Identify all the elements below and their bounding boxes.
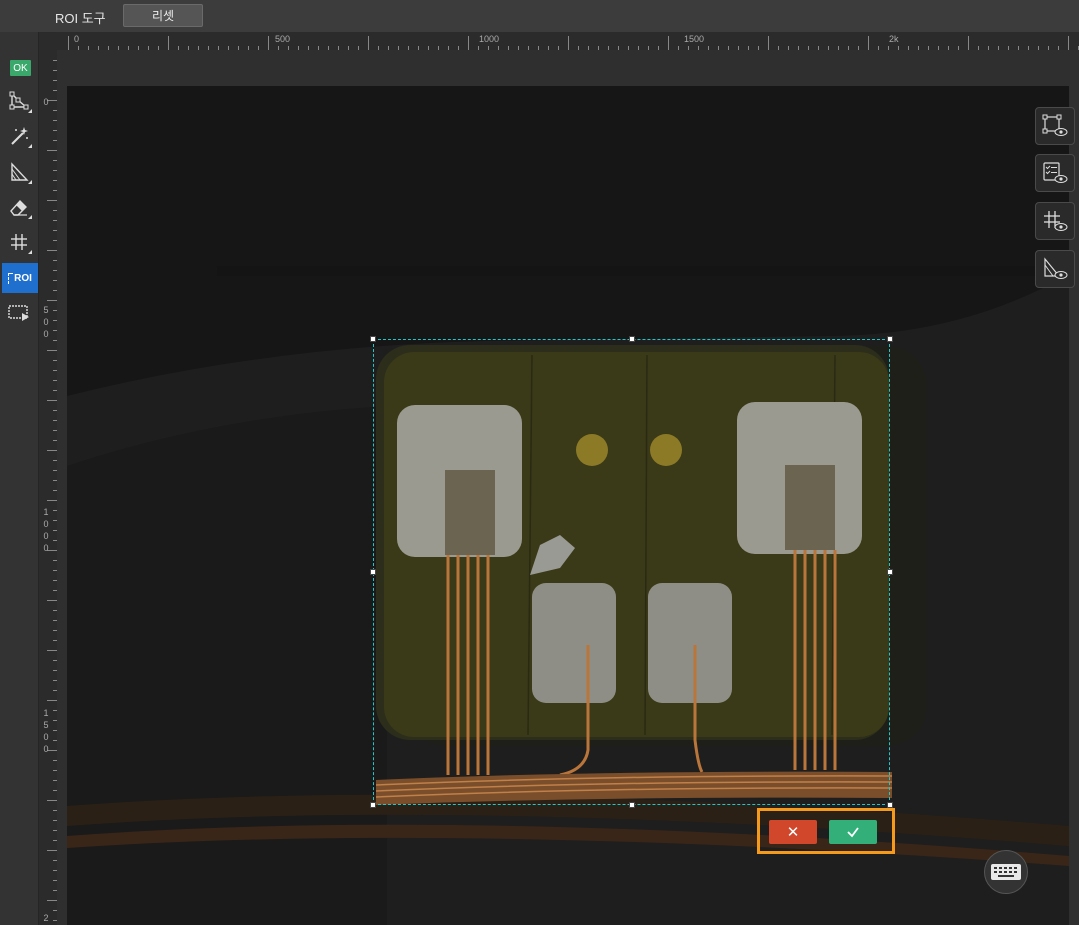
perspective-tool[interactable] bbox=[4, 157, 34, 187]
ok-badge[interactable]: OK bbox=[10, 60, 31, 76]
magic-wand-tool[interactable] bbox=[4, 121, 34, 151]
slideshow-tool[interactable] bbox=[4, 298, 34, 328]
checklist-view-icon bbox=[1043, 162, 1068, 183]
check-icon bbox=[847, 827, 859, 838]
slideshow-icon bbox=[8, 305, 29, 321]
roi-action-group: ✕ bbox=[757, 808, 895, 854]
ruler-top-label: 1000 bbox=[479, 34, 500, 44]
eraser-icon bbox=[10, 199, 27, 216]
grid-view-toggle[interactable] bbox=[1035, 202, 1075, 240]
confirm-roi-button[interactable] bbox=[829, 820, 877, 844]
roi-view-icon bbox=[1042, 114, 1068, 136]
top-bar: ROI 도구 리셋 bbox=[0, 0, 1079, 33]
horizontal-ruler: 0 500 1000 1500 2k bbox=[57, 32, 1079, 51]
magic-wand-icon bbox=[11, 127, 28, 145]
ruler-top-label: 0 bbox=[74, 34, 80, 44]
keyboard-icon bbox=[991, 864, 1021, 880]
ruler-top-label: 500 bbox=[275, 34, 291, 44]
panel-title: ROI 도구 bbox=[55, 11, 106, 26]
ruler-left-label: 500 bbox=[43, 305, 49, 339]
ruler-top-label: 2k bbox=[889, 34, 899, 44]
grid-icon bbox=[11, 234, 27, 250]
roi-handle-right[interactable] bbox=[887, 569, 893, 575]
grid-view-icon bbox=[1044, 211, 1068, 231]
polygon-select-tool[interactable] bbox=[4, 86, 34, 116]
roi-handle-left[interactable] bbox=[370, 569, 376, 575]
eraser-tool[interactable] bbox=[4, 192, 34, 222]
roi-tool-label: ROI bbox=[14, 272, 32, 284]
cancel-roi-button[interactable]: ✕ bbox=[769, 820, 817, 844]
polygon-select-icon bbox=[9, 91, 29, 110]
ruler-left-label: 1000 bbox=[43, 507, 49, 553]
ruler-top-label: 1500 bbox=[684, 34, 705, 44]
ruler-left-label: 2 bbox=[43, 913, 49, 923]
image-canvas[interactable] bbox=[57, 50, 1079, 925]
roi-handle-bottom[interactable] bbox=[629, 802, 635, 808]
keyboard-button[interactable] bbox=[984, 850, 1028, 894]
perspective-view-icon bbox=[1044, 257, 1068, 279]
roi-handle-bottom-left[interactable] bbox=[370, 802, 376, 808]
checklist-view-toggle[interactable] bbox=[1035, 154, 1075, 192]
roi-handle-top[interactable] bbox=[629, 336, 635, 342]
roi-handle-top-right[interactable] bbox=[887, 336, 893, 342]
roi-selection[interactable] bbox=[370, 336, 893, 808]
perspective-icon bbox=[11, 162, 29, 181]
roi-tool[interactable]: ROI bbox=[2, 263, 38, 293]
roi-handle-top-left[interactable] bbox=[370, 336, 376, 342]
vertical-ruler: 0 500 1000 1500 2 bbox=[39, 50, 58, 925]
grid-tool[interactable] bbox=[4, 227, 34, 257]
roi-icon bbox=[8, 272, 14, 284]
roi-view-toggle[interactable] bbox=[1035, 107, 1075, 145]
reset-button[interactable]: 리셋 bbox=[123, 4, 203, 27]
ruler-left-label: 1500 bbox=[43, 708, 49, 754]
ruler-left-label: 0 bbox=[43, 97, 49, 107]
perspective-view-toggle[interactable] bbox=[1035, 250, 1075, 288]
